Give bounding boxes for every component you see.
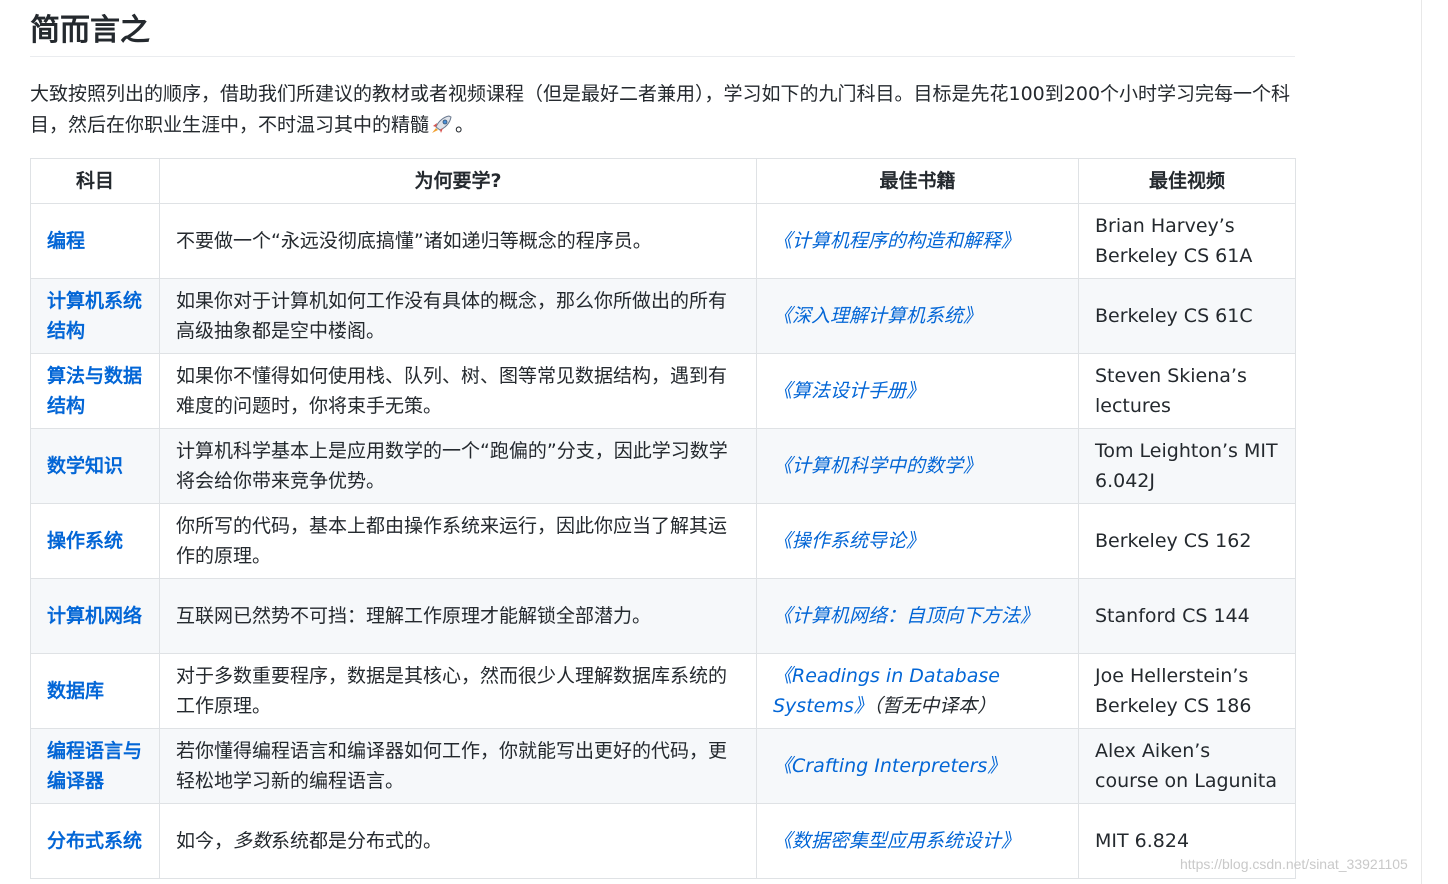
why-cell: 对于多数重要程序，数据是其核心，然而很少人理解数据库系统的工作原理。 <box>159 653 757 729</box>
header-book: 最佳书籍 <box>756 158 1079 204</box>
subject-link[interactable]: 编程 <box>30 203 160 279</box>
table-row: 计算机网络 互联网已然势不可挡：理解工作原理才能解锁全部潜力。 《计算机网络：自… <box>30 578 1296 654</box>
table-row: 计算机系统结构 如果你对于计算机如何工作没有具体的概念，那么你所做出的所有高级抽… <box>30 278 1296 354</box>
why-emphasis: 多数 <box>233 830 272 852</box>
article-content: 简而言之 大致按照列出的顺序，借助我们所建议的教材或者视频课程（但是最好二者兼用… <box>30 0 1296 879</box>
video-cell: Tom Leighton’s MIT 6.042J <box>1078 428 1296 504</box>
why-cell: 如果你不懂得如何使用栈、队列、树、图等常见数据结构，遇到有难度的问题时，你将束手… <box>159 353 757 429</box>
intro-text: 大致按照列出的顺序，借助我们所建议的教材或者视频课程（但是最好二者兼用），学习如… <box>30 83 1291 136</box>
subject-link[interactable]: 算法与数据结构 <box>30 353 160 429</box>
video-cell: Stanford CS 144 <box>1078 578 1296 654</box>
why-cell: 互联网已然势不可挡：理解工作原理才能解锁全部潜力。 <box>159 578 757 654</box>
header-video: 最佳视频 <box>1078 158 1296 204</box>
why-cell: 若你懂得编程语言和编译器如何工作，你就能写出更好的代码，更轻松地学习新的编程语言… <box>159 728 757 804</box>
table-row: 数学知识 计算机科学基本上是应用数学的一个“跑偏的”分支，因此学习数学将会给你带… <box>30 428 1296 504</box>
why-cell: 你所写的代码，基本上都由操作系统来运行，因此你应当了解其运作的原理。 <box>159 503 757 579</box>
book-link[interactable]: 《计算机科学中的数学》 <box>756 428 1079 504</box>
table-row: 操作系统 你所写的代码，基本上都由操作系统来运行，因此你应当了解其运作的原理。 … <box>30 503 1296 579</box>
section-title: 简而言之 <box>30 0 1295 57</box>
why-cell: 计算机科学基本上是应用数学的一个“跑偏的”分支，因此学习数学将会给你带来竞争优势… <box>159 428 757 504</box>
book-link[interactable]: 《操作系统导论》 <box>756 503 1079 579</box>
why-suffix: 系统都是分布式的。 <box>271 830 443 852</box>
book-cell: 《Readings in Database Systems》（暂无中译本） <box>756 653 1079 729</box>
header-why: 为何要学? <box>159 158 757 204</box>
page-edge-divider <box>1421 0 1422 884</box>
book-link[interactable]: 《深入理解计算机系统》 <box>756 278 1079 354</box>
book-link[interactable]: 《计算机网络：自顶向下方法》 <box>756 578 1079 654</box>
subject-link[interactable]: 数据库 <box>30 653 160 729</box>
why-cell: 如今，多数系统都是分布式的。 <box>159 803 757 879</box>
book-link[interactable]: 《算法设计手册》 <box>756 353 1079 429</box>
video-cell: Berkeley CS 162 <box>1078 503 1296 579</box>
table-row: 算法与数据结构 如果你不懂得如何使用栈、队列、树、图等常见数据结构，遇到有难度的… <box>30 353 1296 429</box>
why-cell: 如果你对于计算机如何工作没有具体的概念，那么你所做出的所有高级抽象都是空中楼阁。 <box>159 278 757 354</box>
subjects-table: 科目 为何要学? 最佳书籍 最佳视频 编程 不要做一个“永远没彻底搞懂”诸如递归… <box>30 158 1296 879</box>
table-row: 编程语言与编译器 若你懂得编程语言和编译器如何工作，你就能写出更好的代码，更轻松… <box>30 728 1296 804</box>
intro-end: 。 <box>455 114 475 136</box>
subject-link[interactable]: 分布式系统 <box>30 803 160 879</box>
subject-link[interactable]: 计算机系统结构 <box>30 278 160 354</box>
subject-link[interactable]: 计算机网络 <box>30 578 160 654</box>
book-link[interactable]: 《数据密集型应用系统设计》 <box>756 803 1079 879</box>
book-link[interactable]: 《Crafting Interpreters》 <box>756 728 1079 804</box>
watermark: https://blog.csdn.net/sinat_33921105 <box>1180 856 1408 872</box>
subject-link[interactable]: 编程语言与编译器 <box>30 728 160 804</box>
video-cell: Joe Hellerstein’s Berkeley CS 186 <box>1078 653 1296 729</box>
video-cell: Steven Skiena’s lectures <box>1078 353 1296 429</box>
page: 简而言之 大致按照列出的顺序，借助我们所建议的教材或者视频课程（但是最好二者兼用… <box>0 0 1448 884</box>
rocket-icon <box>432 115 452 133</box>
subject-link[interactable]: 数学知识 <box>30 428 160 504</box>
video-cell: Brian Harvey’s Berkeley CS 61A <box>1078 203 1296 279</box>
video-cell: Berkeley CS 61C <box>1078 278 1296 354</box>
table-header-row: 科目 为何要学? 最佳书籍 最佳视频 <box>30 158 1296 204</box>
book-link[interactable]: 《计算机程序的构造和解释》 <box>756 203 1079 279</box>
subject-link[interactable]: 操作系统 <box>30 503 160 579</box>
table-row: 数据库 对于多数重要程序，数据是其核心，然而很少人理解数据库系统的工作原理。 《… <box>30 653 1296 729</box>
why-cell: 不要做一个“永远没彻底搞懂”诸如递归等概念的程序员。 <box>159 203 757 279</box>
header-subject: 科目 <box>30 158 160 204</box>
video-cell: Alex Aiken’s course on Lagunita <box>1078 728 1296 804</box>
table-row: 编程 不要做一个“永远没彻底搞懂”诸如递归等概念的程序员。 《计算机程序的构造和… <box>30 203 1296 279</box>
table-row: 分布式系统 如今，多数系统都是分布式的。 《数据密集型应用系统设计》 MIT 6… <box>30 803 1296 879</box>
book-note: （暂无中译本） <box>872 695 997 717</box>
intro-paragraph: 大致按照列出的顺序，借助我们所建议的教材或者视频课程（但是最好二者兼用），学习如… <box>30 79 1295 141</box>
why-prefix: 如今， <box>176 830 234 852</box>
